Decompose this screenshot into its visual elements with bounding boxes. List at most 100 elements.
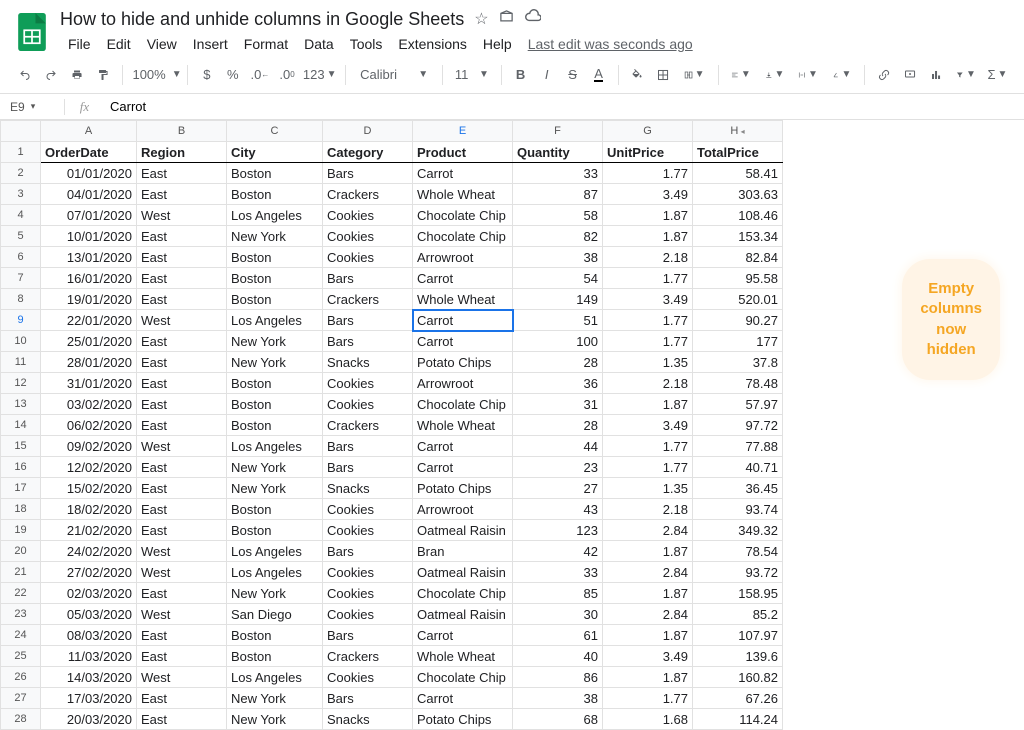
cloud-status-icon[interactable] (524, 9, 541, 29)
cell[interactable]: Boston (227, 394, 323, 415)
cell[interactable]: West (137, 205, 227, 226)
cell[interactable]: 123 (513, 520, 603, 541)
cell[interactable]: Los Angeles (227, 310, 323, 331)
row-head-7[interactable]: 7 (1, 268, 41, 289)
cell[interactable]: 05/03/2020 (41, 604, 137, 625)
cell[interactable]: Boston (227, 625, 323, 646)
cell[interactable]: 114.24 (693, 709, 783, 730)
insert-link-button[interactable] (873, 62, 895, 88)
cell[interactable]: Cookies (323, 562, 413, 583)
cell[interactable]: East (137, 709, 227, 730)
cell[interactable]: Bran (413, 541, 513, 562)
header-cell[interactable]: OrderDate (41, 142, 137, 163)
header-cell[interactable]: TotalPrice (693, 142, 783, 163)
cell[interactable]: 51 (513, 310, 603, 331)
cell[interactable]: 1.87 (603, 205, 693, 226)
cell[interactable]: Potato Chips (413, 709, 513, 730)
cell[interactable]: 40.71 (693, 457, 783, 478)
row-head-19[interactable]: 19 (1, 520, 41, 541)
cell[interactable]: New York (227, 478, 323, 499)
cell[interactable]: 09/02/2020 (41, 436, 137, 457)
row-head-18[interactable]: 18 (1, 499, 41, 520)
cell[interactable]: 12/02/2020 (41, 457, 137, 478)
cell[interactable]: Whole Wheat (413, 184, 513, 205)
cell[interactable]: 1.77 (603, 163, 693, 184)
cell[interactable]: 1.35 (603, 352, 693, 373)
menu-insert[interactable]: Insert (185, 32, 236, 56)
insert-comment-button[interactable] (899, 62, 921, 88)
col-head-B[interactable]: B (137, 121, 227, 142)
cell[interactable]: 85 (513, 583, 603, 604)
cell[interactable]: 158.95 (693, 583, 783, 604)
cell[interactable]: West (137, 604, 227, 625)
menu-tools[interactable]: Tools (342, 32, 391, 56)
move-icon[interactable] (499, 9, 514, 29)
col-head-G[interactable]: G (603, 121, 693, 142)
cell[interactable]: 1.77 (603, 310, 693, 331)
strikethrough-button[interactable]: S (562, 62, 584, 88)
cell[interactable]: Bars (323, 310, 413, 331)
cell[interactable]: 108.46 (693, 205, 783, 226)
cell[interactable]: East (137, 184, 227, 205)
vertical-align-button[interactable]: ▼ (760, 62, 790, 88)
cell[interactable]: Los Angeles (227, 436, 323, 457)
cell[interactable]: West (137, 562, 227, 583)
row-head-28[interactable]: 28 (1, 709, 41, 730)
cell[interactable]: 01/01/2020 (41, 163, 137, 184)
bold-button[interactable]: B (510, 62, 532, 88)
cell[interactable]: Crackers (323, 415, 413, 436)
cell[interactable]: East (137, 289, 227, 310)
header-cell[interactable]: City (227, 142, 323, 163)
cell[interactable]: Bars (323, 541, 413, 562)
zoom-dropdown[interactable]: 100%▼ (131, 62, 179, 88)
row-head-4[interactable]: 4 (1, 205, 41, 226)
cell[interactable]: 03/02/2020 (41, 394, 137, 415)
cell[interactable]: 3.49 (603, 415, 693, 436)
cell[interactable]: East (137, 688, 227, 709)
row-head-10[interactable]: 10 (1, 331, 41, 352)
cell[interactable]: 1.35 (603, 478, 693, 499)
cell[interactable]: 43 (513, 499, 603, 520)
cell[interactable]: East (137, 520, 227, 541)
cell[interactable]: San Diego (227, 604, 323, 625)
cell[interactable]: Chocolate Chip (413, 205, 513, 226)
cell[interactable]: East (137, 499, 227, 520)
cell[interactable]: Los Angeles (227, 205, 323, 226)
cell[interactable]: 90.27 (693, 310, 783, 331)
cell[interactable]: 1.87 (603, 541, 693, 562)
cell[interactable]: 160.82 (693, 667, 783, 688)
cell[interactable]: 1.77 (603, 457, 693, 478)
cell[interactable]: 14/03/2020 (41, 667, 137, 688)
cell[interactable]: 37.8 (693, 352, 783, 373)
cell[interactable]: Los Angeles (227, 541, 323, 562)
cell[interactable]: Arrowroot (413, 247, 513, 268)
cell[interactable]: 15/02/2020 (41, 478, 137, 499)
cell[interactable]: Cookies (323, 520, 413, 541)
cell[interactable]: 78.48 (693, 373, 783, 394)
cell[interactable]: 31 (513, 394, 603, 415)
row-head-17[interactable]: 17 (1, 478, 41, 499)
cell[interactable]: Arrowroot (413, 373, 513, 394)
cell[interactable]: Snacks (323, 352, 413, 373)
cell[interactable]: 2.18 (603, 373, 693, 394)
increase-decimal-button[interactable]: .00 (276, 62, 298, 88)
cell[interactable]: 1.77 (603, 268, 693, 289)
cell[interactable]: 85.2 (693, 604, 783, 625)
row-head-2[interactable]: 2 (1, 163, 41, 184)
cell[interactable]: 3.49 (603, 289, 693, 310)
functions-button[interactable]: Σ▼ (985, 62, 1010, 88)
cell[interactable]: New York (227, 583, 323, 604)
cell[interactable]: 33 (513, 163, 603, 184)
cell[interactable]: Boston (227, 247, 323, 268)
col-head-F[interactable]: F (513, 121, 603, 142)
cell[interactable]: Bars (323, 163, 413, 184)
cell[interactable]: Oatmeal Raisin (413, 562, 513, 583)
cell[interactable]: Boston (227, 499, 323, 520)
decrease-decimal-button[interactable]: .0← (248, 62, 272, 88)
cell[interactable]: Cookies (323, 583, 413, 604)
cell[interactable]: Chocolate Chip (413, 226, 513, 247)
cell[interactable]: 18/02/2020 (41, 499, 137, 520)
cell[interactable]: New York (227, 226, 323, 247)
cell[interactable]: Los Angeles (227, 562, 323, 583)
cell[interactable]: 87 (513, 184, 603, 205)
